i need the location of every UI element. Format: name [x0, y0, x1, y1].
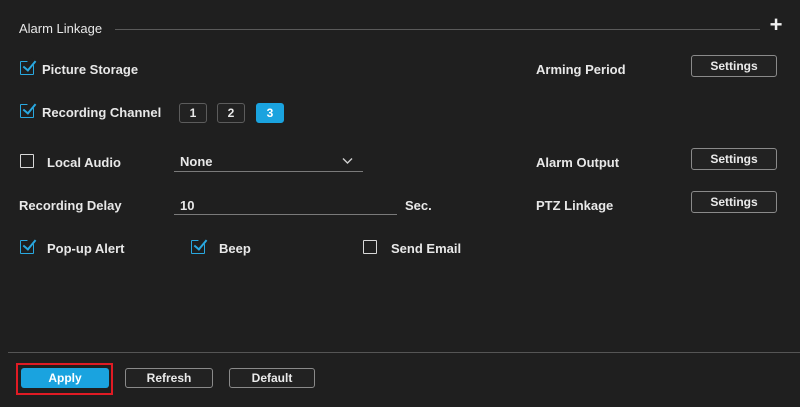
send-email-label: Send Email: [391, 241, 462, 256]
channel-1-button[interactable]: 1: [179, 103, 207, 123]
local-audio-select[interactable]: None: [174, 150, 363, 172]
footer-divider: [8, 352, 800, 353]
arming-period-label: Arming Period: [536, 62, 626, 77]
recording-delay-value: 10: [180, 198, 195, 213]
alarm-output-settings-button[interactable]: Settings: [691, 148, 777, 170]
ptz-linkage-settings-button[interactable]: Settings: [691, 191, 777, 213]
select-underline: [174, 171, 363, 172]
alarm-output-label: Alarm Output: [536, 155, 620, 170]
ptz-linkage-label: PTZ Linkage: [536, 198, 614, 213]
beep-checkbox[interactable]: [191, 240, 205, 254]
section-divider: [115, 29, 760, 30]
refresh-button[interactable]: Refresh: [125, 368, 213, 388]
recording-delay-input[interactable]: 10: [174, 193, 397, 215]
local-audio-checkbox[interactable]: [20, 154, 34, 168]
recording-channel-checkbox[interactable]: [20, 104, 34, 118]
popup-alert-label: Pop-up Alert: [47, 241, 125, 256]
apply-button[interactable]: Apply: [21, 368, 109, 388]
channel-3-button[interactable]: 3: [256, 103, 284, 123]
picture-storage-label: Picture Storage: [42, 62, 139, 77]
channel-2-button[interactable]: 2: [217, 103, 245, 123]
recording-channel-label: Recording Channel: [42, 105, 162, 120]
input-underline: [174, 214, 397, 215]
picture-storage-checkbox[interactable]: [20, 61, 34, 75]
section-title: Alarm Linkage: [19, 21, 103, 36]
chevron-down-icon: [342, 158, 353, 164]
default-button[interactable]: Default: [229, 368, 315, 388]
popup-alert-checkbox[interactable]: [20, 240, 34, 254]
local-audio-label: Local Audio: [47, 155, 121, 170]
recording-delay-unit: Sec.: [405, 198, 432, 213]
add-icon[interactable]: +: [767, 14, 785, 36]
local-audio-value: None: [180, 154, 213, 169]
send-email-checkbox[interactable]: [363, 240, 377, 254]
beep-label: Beep: [219, 241, 251, 256]
recording-delay-label: Recording Delay: [19, 198, 122, 213]
arming-period-settings-button[interactable]: Settings: [691, 55, 777, 77]
